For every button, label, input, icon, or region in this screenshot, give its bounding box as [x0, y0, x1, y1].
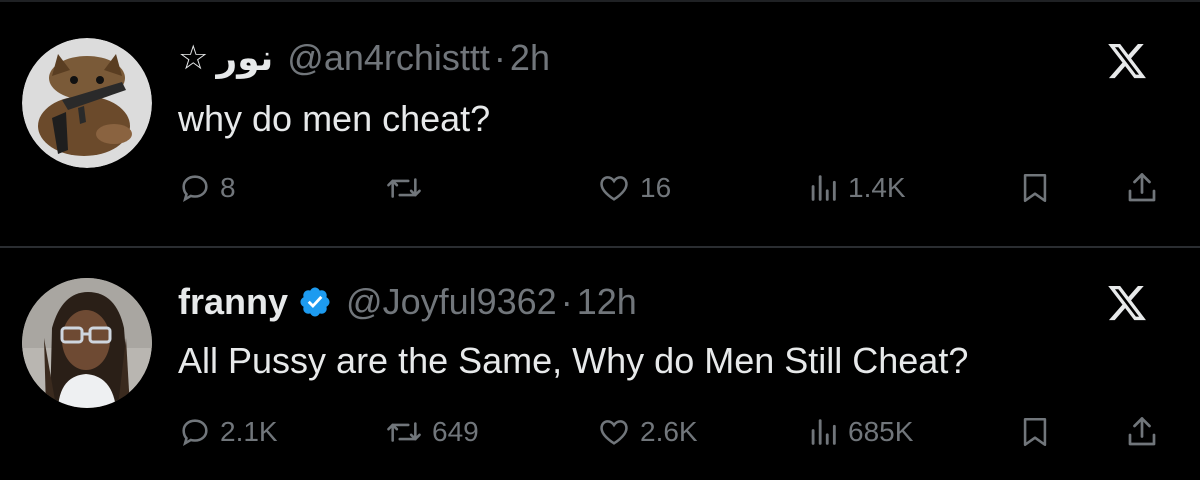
retweet-count: 649: [432, 416, 479, 447]
tweet-actions: 8 16 1.4K: [0, 166, 1200, 210]
tweet-header: ☆ نور @an4rchisttt · 2h: [178, 36, 550, 80]
like-button[interactable]: 2.6K: [596, 410, 698, 454]
share-icon: [1124, 414, 1160, 450]
views-chart-icon: [806, 171, 840, 205]
star-outline-icon: ☆: [178, 39, 209, 77]
retweet-icon: [384, 415, 424, 449]
views-button[interactable]: 685K: [806, 410, 913, 454]
reply-button[interactable]: 8: [178, 166, 236, 210]
reply-count: 2.1K: [220, 416, 278, 447]
display-name[interactable]: franny: [178, 281, 288, 323]
retweet-button[interactable]: 649: [384, 410, 479, 454]
heart-icon: [596, 171, 632, 205]
bookmark-icon: [1018, 170, 1052, 206]
like-button[interactable]: 16: [596, 166, 671, 210]
bookmark-button[interactable]: [1018, 166, 1052, 210]
verified-badge-icon[interactable]: [298, 285, 332, 319]
view-count: 1.4K: [848, 172, 906, 203]
tweet-actions: 2.1K 649 2.6K 685K: [0, 410, 1200, 454]
handle[interactable]: @an4rchisttt: [287, 37, 490, 79]
x-logo-icon[interactable]: [1106, 282, 1148, 324]
separator: ·: [493, 37, 506, 78]
share-icon: [1124, 170, 1160, 206]
bookmark-button[interactable]: [1018, 410, 1052, 454]
tweet[interactable]: ☆ نور @an4rchisttt · 2h why do men cheat…: [0, 0, 1200, 246]
reply-button[interactable]: 2.1K: [178, 410, 278, 454]
tweet-header: franny @Joyful9362 · 12h: [178, 280, 637, 324]
separator: ·: [560, 281, 573, 322]
like-count: 2.6K: [640, 416, 698, 447]
retweet-icon: [384, 171, 424, 205]
bookmark-icon: [1018, 414, 1052, 450]
timestamp[interactable]: 12h: [577, 281, 637, 323]
share-button[interactable]: [1124, 166, 1160, 210]
handle[interactable]: @Joyful9362: [346, 281, 557, 323]
heart-icon: [596, 415, 632, 449]
view-count: 685K: [848, 416, 914, 447]
tweet-text: why do men cheat?: [178, 98, 491, 139]
avatar[interactable]: [22, 278, 152, 408]
avatar[interactable]: [22, 38, 152, 168]
x-logo-icon[interactable]: [1106, 40, 1148, 82]
reply-count: 8: [220, 172, 236, 203]
share-button[interactable]: [1124, 410, 1160, 454]
tweet[interactable]: franny @Joyful9362 · 12h All Pussy are t…: [0, 248, 1200, 480]
display-name[interactable]: نور: [216, 37, 273, 79]
views-chart-icon: [806, 415, 840, 449]
timestamp[interactable]: 2h: [510, 37, 550, 79]
retweet-button[interactable]: [384, 166, 432, 210]
tweet-text: All Pussy are the Same, Why do Men Still…: [178, 340, 969, 381]
reply-icon: [178, 171, 212, 205]
views-button[interactable]: 1.4K: [806, 166, 906, 210]
like-count: 16: [640, 172, 672, 203]
reply-icon: [178, 415, 212, 449]
